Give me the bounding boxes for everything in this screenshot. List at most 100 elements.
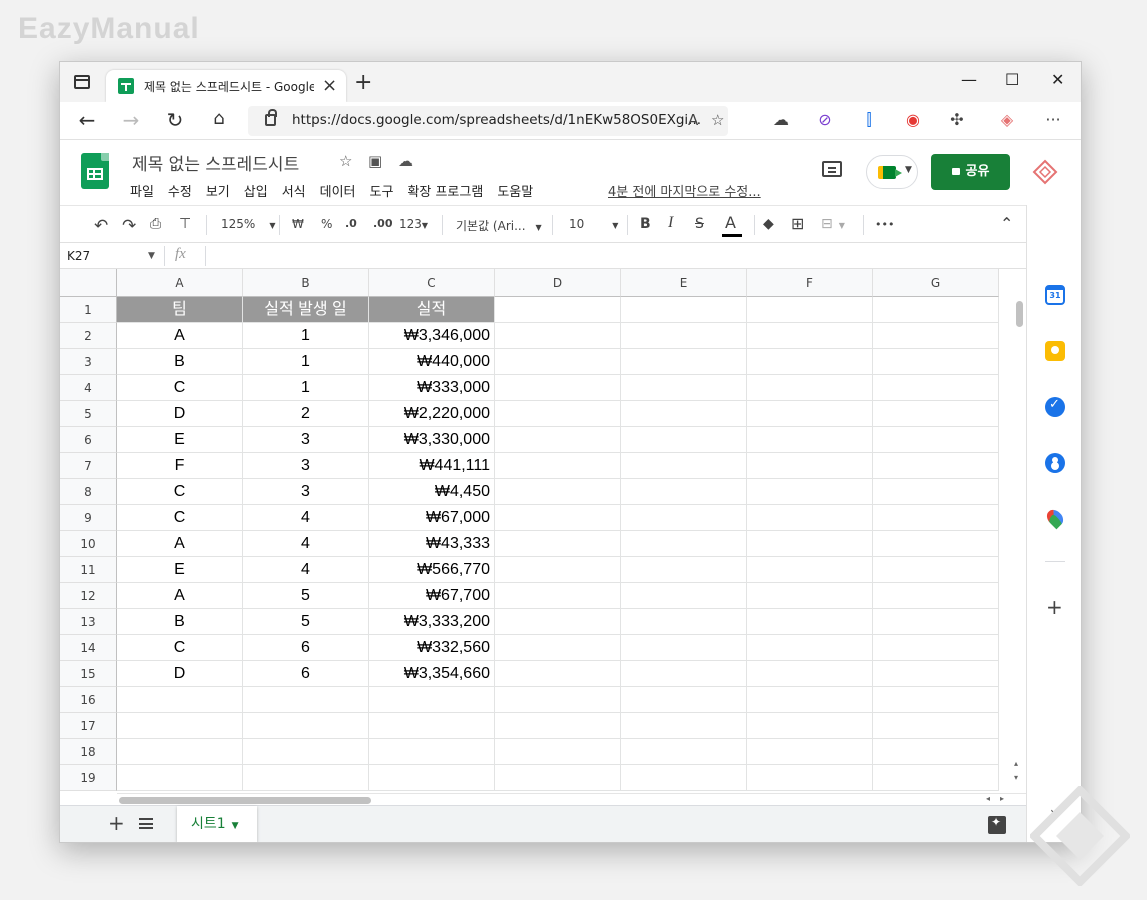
cell[interactable]: D [117,661,243,687]
calendar-icon[interactable]: 31 [1045,285,1065,305]
cell[interactable]: 4 [243,557,369,583]
row-header[interactable]: 1 [60,297,117,323]
cell[interactable] [873,375,999,401]
cell[interactable] [747,661,873,687]
cell[interactable] [117,765,243,791]
cell[interactable] [747,427,873,453]
cell[interactable] [873,531,999,557]
cell[interactable] [747,349,873,375]
bold-button[interactable]: B [640,216,651,232]
cell[interactable]: ₩3,354,660 [369,661,495,687]
zoom-select[interactable]: 125% ▼ [221,217,275,231]
maximize-button[interactable]: ☐ [1005,70,1019,89]
cell[interactable]: 3 [243,479,369,505]
cell[interactable]: 3 [243,453,369,479]
scroll-down-icon[interactable]: ▾ [1014,773,1018,782]
move-folder-icon[interactable]: ▣ [368,152,382,170]
print-icon[interactable]: ⎙ [150,216,161,232]
cell[interactable]: C [117,375,243,401]
cell[interactable]: ₩4,450 [369,479,495,505]
cell[interactable] [873,765,999,791]
cell[interactable] [747,375,873,401]
cell[interactable] [747,453,873,479]
cell[interactable] [621,531,747,557]
scroll-right-icon[interactable]: ▸ [1000,794,1004,803]
cell[interactable] [243,687,369,713]
new-tab-button[interactable]: + [354,70,372,95]
browser-tab[interactable]: 제목 없는 스프레드시트 - Google Sheets × [106,70,346,102]
row-header[interactable]: 9 [60,505,117,531]
row-header[interactable]: 13 [60,609,117,635]
cell[interactable] [747,609,873,635]
cell[interactable]: 5 [243,583,369,609]
scroll-up-icon[interactable]: ▴ [1014,759,1018,768]
browser-menu-icon[interactable]: ··· [1042,110,1064,129]
cell[interactable]: B [117,609,243,635]
vertical-scrollbar[interactable]: ▴ ▾ [1014,299,1024,789]
cell[interactable] [873,453,999,479]
menu-help[interactable]: 도움말 [497,181,533,201]
horizontal-scrollbar[interactable]: ◂ ▸ [117,793,1026,805]
cell[interactable]: ₩441,111 [369,453,495,479]
cell[interactable] [369,739,495,765]
cell[interactable] [747,713,873,739]
name-box[interactable]: K27 [67,249,90,263]
contacts-icon[interactable] [1045,453,1065,473]
row-header[interactable]: 2 [60,323,117,349]
cell[interactable]: 2 [243,401,369,427]
cell[interactable]: 1 [243,349,369,375]
cell[interactable] [873,583,999,609]
row-header[interactable]: 19 [60,765,117,791]
row-header[interactable]: 6 [60,427,117,453]
cell[interactable] [873,557,999,583]
star-icon[interactable]: ☆ [339,152,352,170]
chevron-down-icon[interactable]: ▼ [232,821,239,831]
cell[interactable] [873,505,999,531]
add-sheet-button[interactable]: + [108,811,125,835]
cell[interactable]: 6 [243,661,369,687]
decrease-decimal-button[interactable]: .0 [345,217,357,230]
favorite-star-icon[interactable]: ☆ [711,111,724,129]
cell[interactable] [621,713,747,739]
cell[interactable]: 4 [243,505,369,531]
tab-close-icon[interactable]: × [322,75,337,96]
row-header[interactable]: 17 [60,713,117,739]
menu-insert[interactable]: 삽입 [244,181,268,201]
document-title[interactable]: 제목 없는 스프레드시트 [132,150,299,175]
cell[interactable] [873,713,999,739]
cell[interactable]: ₩67,000 [369,505,495,531]
cell[interactable] [495,557,621,583]
cell[interactable]: E [117,427,243,453]
cell[interactable] [747,583,873,609]
cell[interactable]: ₩333,000 [369,375,495,401]
cell[interactable] [621,427,747,453]
cell[interactable] [369,713,495,739]
cell[interactable] [117,713,243,739]
cell[interactable]: 3 [243,427,369,453]
cell[interactable] [495,765,621,791]
cell[interactable] [495,479,621,505]
cell[interactable] [621,505,747,531]
profile-diamond-icon[interactable]: ◈ [996,110,1018,129]
back-arrow-icon[interactable]: ← [74,108,100,132]
select-all-corner[interactable] [60,269,117,297]
cell[interactable] [621,739,747,765]
menu-format[interactable]: 서식 [282,181,306,201]
cell[interactable] [621,297,747,323]
paint-format-icon[interactable]: ⊤ [179,216,191,232]
add-addon-button[interactable]: + [1046,595,1063,619]
cell[interactable] [495,661,621,687]
column-header-e[interactable]: E [621,269,747,297]
maps-icon[interactable] [1043,506,1067,530]
cell[interactable]: ₩332,560 [369,635,495,661]
cell[interactable] [495,323,621,349]
row-header[interactable]: 15 [60,661,117,687]
cell[interactable] [495,635,621,661]
cell[interactable]: ₩440,000 [369,349,495,375]
cell[interactable] [621,661,747,687]
row-header[interactable]: 4 [60,375,117,401]
cell[interactable] [747,739,873,765]
row-header[interactable]: 3 [60,349,117,375]
increase-decimal-button[interactable]: .00 [373,217,393,230]
font-size-select[interactable]: 10 ▼ [569,217,618,231]
